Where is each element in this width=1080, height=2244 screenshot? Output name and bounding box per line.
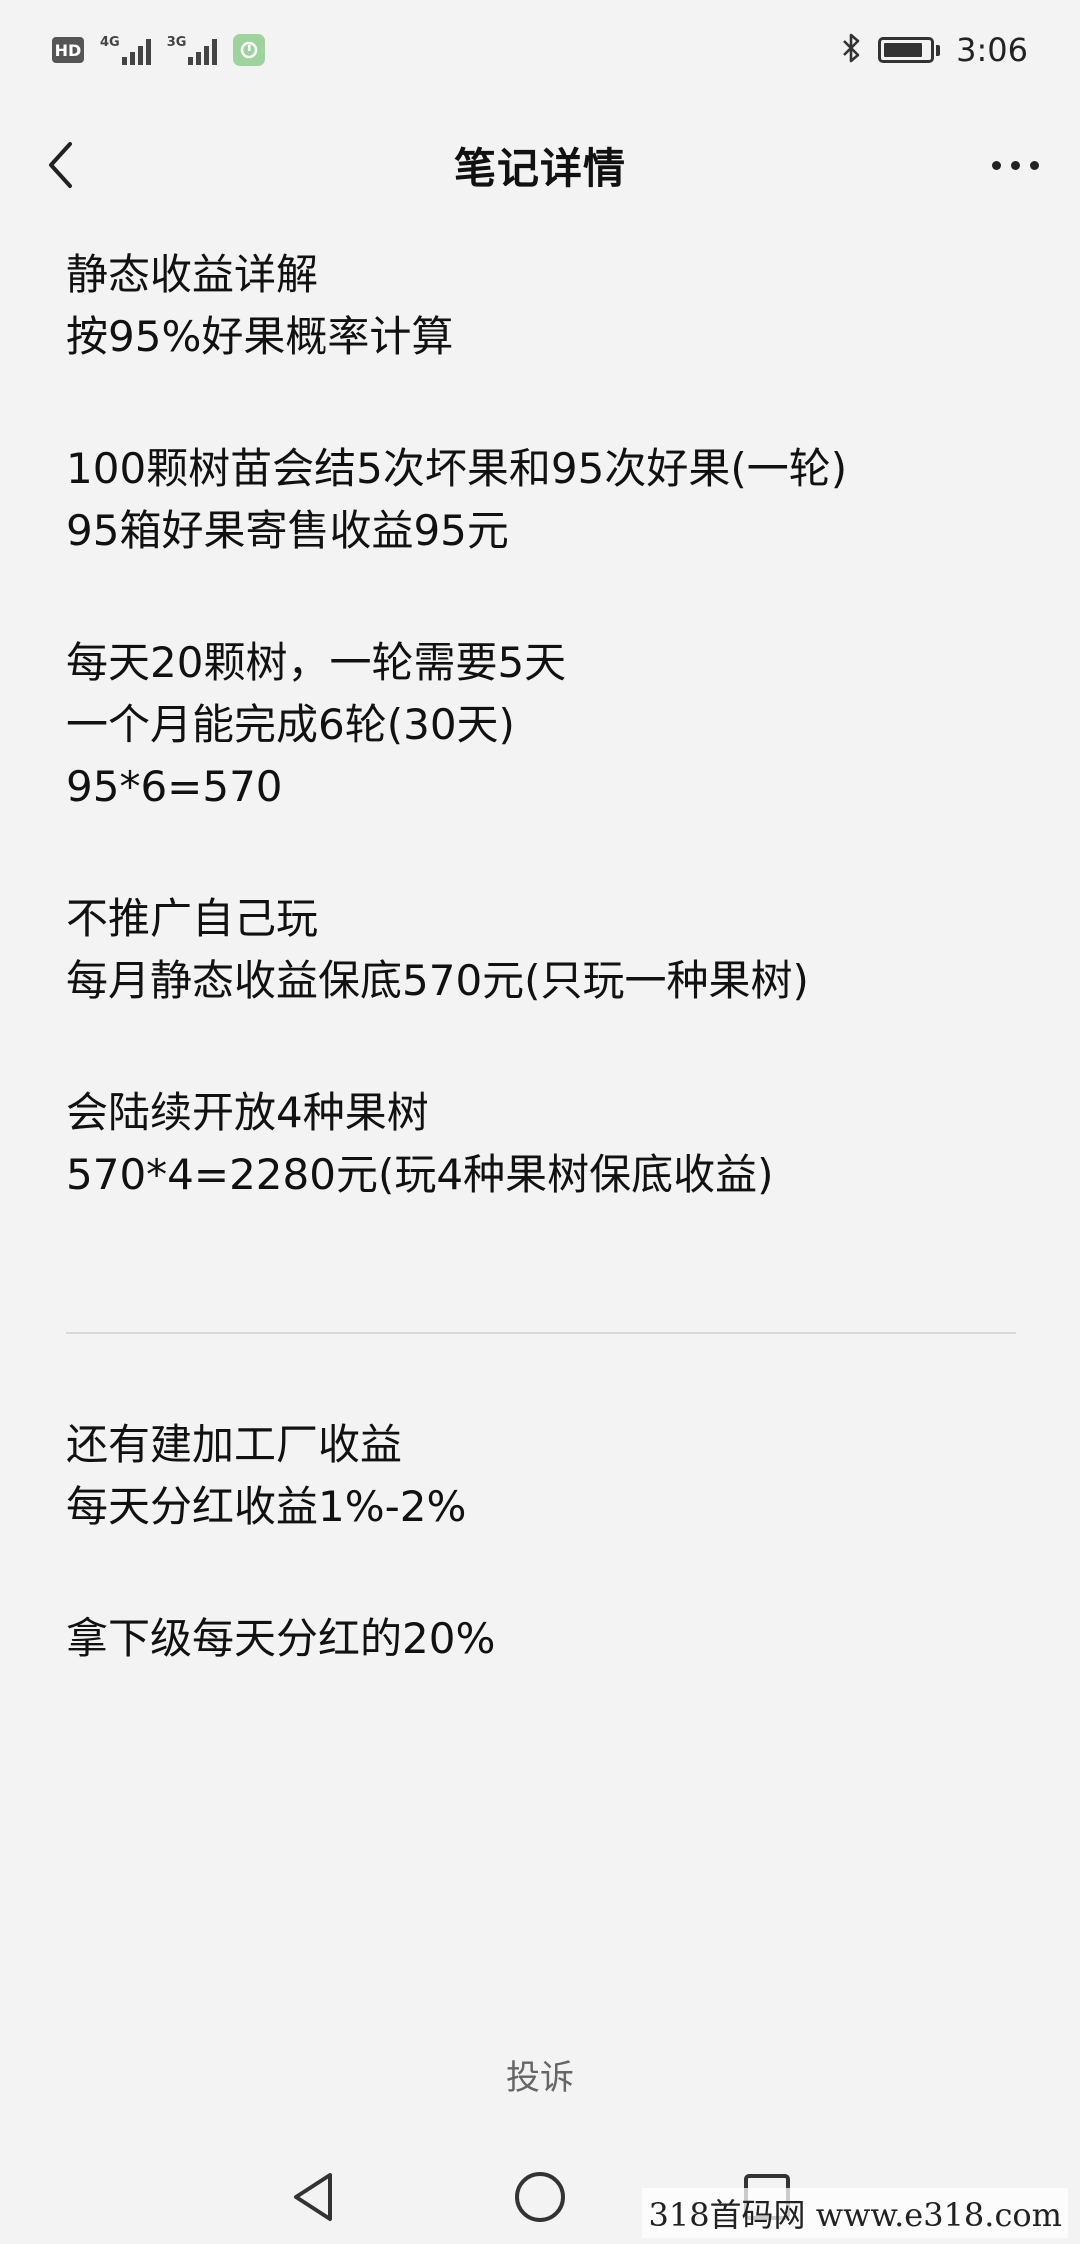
wechat-notification-icon bbox=[233, 34, 266, 66]
more-dot-icon bbox=[1029, 160, 1039, 170]
signal-4g-icon: 4G bbox=[100, 35, 151, 65]
note-line: 静态收益详解 bbox=[66, 250, 319, 299]
nav-back-button[interactable] bbox=[278, 2162, 348, 2232]
note-line: 95箱好果寄售收益95元 bbox=[66, 506, 509, 555]
nav-home-button[interactable] bbox=[505, 2162, 575, 2232]
note-paragraph: 静态收益详解 按95%好果概率计算 bbox=[66, 244, 1016, 368]
battery-icon bbox=[878, 37, 941, 63]
bluetooth-icon bbox=[840, 32, 862, 68]
report-link[interactable]: 投诉 bbox=[0, 2050, 1080, 2099]
note-paragraph: 不推广自己玩 每月静态收益保底570元(只玩一种果树) bbox=[66, 888, 1016, 1012]
note-paragraph: 还有建加工厂收益 每天分红收益1%-2% bbox=[66, 1414, 1016, 1538]
note-line: 100颗树苗会结5次坏果和95次好果(一轮) bbox=[66, 444, 848, 493]
note-paragraph: 拿下级每天分红的20% bbox=[66, 1608, 1016, 1670]
divider bbox=[66, 1332, 1016, 1334]
note-line: 每天20颗树，一轮需要5天 bbox=[66, 638, 567, 687]
hd-icon: HD bbox=[52, 37, 84, 63]
note-line: 95*6=570 bbox=[66, 762, 283, 811]
status-right: 3:06 bbox=[840, 31, 1028, 69]
note-line: 一个月能完成6轮(30天) bbox=[66, 700, 515, 749]
signal-3g-icon: 3G bbox=[167, 35, 218, 65]
watermark: 318首码网 www.e318.com bbox=[642, 2188, 1068, 2238]
status-time: 3:06 bbox=[956, 31, 1028, 69]
more-options-button[interactable] bbox=[980, 135, 1050, 195]
note-line: 每月静态收益保底570元(只玩一种果树) bbox=[66, 956, 809, 1005]
status-bar: HD 4G 3G 3:06 bbox=[0, 0, 1080, 100]
note-line: 还有建加工厂收益 bbox=[66, 1420, 403, 1469]
note-line: 会陆续开放4种果树 bbox=[66, 1088, 429, 1137]
note-line: 不推广自己玩 bbox=[66, 894, 319, 943]
note-line: 拿下级每天分红的20% bbox=[66, 1614, 496, 1663]
back-button[interactable] bbox=[30, 135, 90, 195]
note-paragraph: 100颗树苗会结5次坏果和95次好果(一轮) 95箱好果寄售收益95元 bbox=[66, 438, 1016, 562]
circle-home-icon bbox=[514, 2172, 565, 2222]
chevron-left-icon bbox=[49, 142, 72, 188]
screen: HD 4G 3G 3:06 笔记详情 静态收益详解 按95%好果概率计算 100… bbox=[0, 0, 1080, 2244]
status-left: HD 4G 3G bbox=[52, 34, 266, 66]
note-line: 570*4=2280元(玩4种果树保底收益) bbox=[66, 1150, 774, 1199]
note-paragraph: 每天20颗树，一轮需要5天 一个月能完成6轮(30天) 95*6=570 bbox=[66, 632, 1016, 818]
more-dot-icon bbox=[1010, 160, 1020, 170]
note-content: 静态收益详解 按95%好果概率计算 100颗树苗会结5次坏果和95次好果(一轮)… bbox=[66, 244, 1016, 1740]
title-bar: 笔记详情 bbox=[0, 110, 1080, 220]
note-line: 每天分红收益1%-2% bbox=[66, 1482, 467, 1531]
net1-label: 4G bbox=[100, 35, 120, 50]
net2-label: 3G bbox=[166, 35, 187, 50]
more-dot-icon bbox=[991, 160, 1001, 170]
note-paragraph: 会陆续开放4种果树 570*4=2280元(玩4种果树保底收益) bbox=[66, 1082, 1016, 1206]
page-title: 笔记详情 bbox=[453, 143, 626, 193]
note-line: 按95%好果概率计算 bbox=[66, 312, 454, 361]
triangle-back-icon bbox=[294, 2173, 333, 2221]
